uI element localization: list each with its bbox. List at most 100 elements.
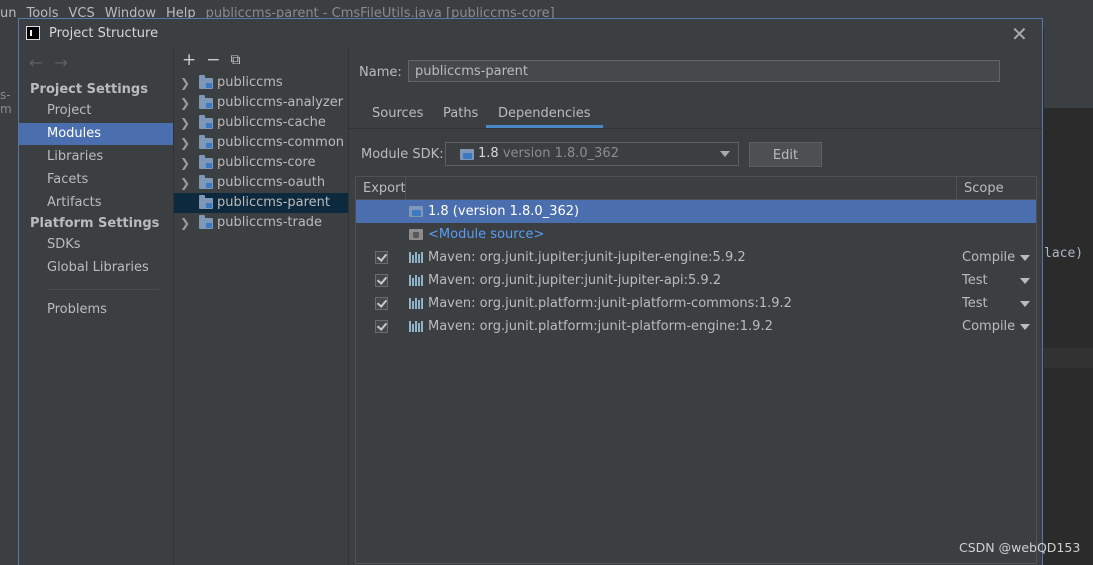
tab-sources[interactable]: Sources [360, 101, 435, 127]
name-label: Name: [359, 65, 402, 80]
dependency-scope[interactable]: Test [962, 269, 988, 292]
sdk-selected-value: 1.8 version 1.8.0_362 [478, 146, 619, 161]
sdk-version: version 1.8.0_362 [502, 146, 619, 161]
maven-library-icon [409, 321, 423, 332]
copy-module-icon[interactable]: ⧉ [231, 52, 241, 68]
chevron-right-icon[interactable]: ❯ [180, 73, 190, 93]
chevron-right-icon[interactable]: ❯ [180, 93, 190, 113]
tab-dependencies[interactable]: Dependencies [486, 101, 603, 128]
nav-separator [47, 289, 159, 290]
module-tree-item[interactable]: ❯ publiccms-analyzer [174, 93, 348, 113]
settings-nav: ← → Project Settings Project Modules Libr… [19, 49, 173, 565]
modules-tree-pane: + − ⧉ ❯ publiccms ❯ publiccms-analyzer ❯… [174, 49, 348, 565]
module-tree-item[interactable]: ❯ publiccms-trade [174, 213, 348, 233]
ide-editor-current-line [1044, 348, 1093, 368]
module-name-field[interactable] [408, 60, 1000, 82]
project-settings-header: Project Settings [30, 82, 148, 97]
nav-item-global-libraries[interactable]: Global Libraries [19, 257, 173, 279]
dependency-name: <Module source> [428, 227, 545, 242]
chevron-right-icon[interactable]: ❯ [180, 153, 190, 173]
chevron-down-icon[interactable] [1020, 301, 1030, 307]
export-checkbox[interactable] [375, 297, 388, 310]
intellij-app-icon [26, 26, 40, 40]
forward-arrow-icon[interactable]: → [54, 53, 67, 72]
module-folder-icon [199, 215, 213, 229]
chevron-right-icon[interactable]: ❯ [180, 173, 190, 193]
dependency-row[interactable]: Maven: org.junit.jupiter:junit-jupiter-e… [356, 246, 1036, 269]
module-details-pane: Name: Sources Paths Dependencies Module … [349, 49, 1042, 565]
nav-item-sdks[interactable]: SDKs [19, 234, 173, 256]
module-name: publiccms-cache [217, 115, 326, 130]
nav-item-problems[interactable]: Problems [19, 299, 173, 321]
module-tree-item[interactable]: ❯ publiccms-core [174, 153, 348, 173]
module-sdk-dropdown[interactable]: 1.8 version 1.8.0_362 [445, 142, 739, 166]
ide-editor [1044, 108, 1093, 565]
ide-left-fragment: s-m [0, 88, 12, 116]
module-folder-icon [199, 155, 213, 169]
ide-code-fragment: lace) [1044, 246, 1084, 261]
export-column-header[interactable]: Export [356, 177, 406, 200]
modules-toolbar: + − ⧉ [182, 49, 241, 71]
edit-sdk-button[interactable]: Edit [749, 142, 822, 167]
sdk-folder-icon [460, 149, 474, 160]
export-checkbox[interactable] [375, 251, 388, 264]
maven-library-icon [409, 252, 423, 263]
maven-library-icon [409, 298, 423, 309]
module-folder-icon [199, 95, 213, 109]
module-name: publiccms-common [217, 135, 345, 150]
chevron-right-icon[interactable]: ❯ [180, 113, 190, 133]
dependency-scope[interactable]: Test [962, 292, 988, 315]
module-tree-item-selected[interactable]: publiccms-parent [174, 193, 348, 213]
chevron-down-icon[interactable] [1020, 278, 1030, 284]
dependency-scope[interactable]: Compile [962, 315, 1015, 338]
dependency-row-sdk[interactable]: 1.8 (version 1.8.0_362) [356, 200, 1036, 223]
nav-item-modules[interactable]: Modules [19, 123, 173, 145]
close-icon[interactable]: ✕ [1011, 22, 1028, 46]
maven-library-icon [409, 275, 423, 286]
module-folder-icon [199, 115, 213, 129]
module-tree-item[interactable]: ❯ publiccms [174, 73, 348, 93]
dependency-name: Maven: org.junit.jupiter:junit-jupiter-e… [428, 250, 746, 265]
dialog-titlebar: Project Structure ✕ [19, 19, 1042, 49]
module-tabs: Sources Paths Dependencies [349, 101, 1042, 129]
chevron-right-icon[interactable]: ❯ [180, 213, 190, 233]
tab-paths[interactable]: Paths [431, 101, 490, 127]
dependency-scope[interactable]: Compile [962, 246, 1015, 269]
add-module-icon[interactable]: + [182, 50, 196, 70]
project-structure-dialog: Project Structure ✕ ← → Project Settings … [18, 18, 1043, 565]
export-checkbox[interactable] [375, 274, 388, 287]
export-checkbox[interactable] [375, 320, 388, 333]
nav-item-project[interactable]: Project [19, 100, 173, 122]
nav-item-facets[interactable]: Facets [19, 169, 173, 191]
chevron-down-icon[interactable] [1020, 255, 1030, 261]
nav-item-artifacts[interactable]: Artifacts [19, 192, 173, 214]
dependency-name: Maven: org.junit.platform:junit-platform… [428, 319, 773, 334]
dependency-row[interactable]: Maven: org.junit.jupiter:junit-jupiter-a… [356, 269, 1036, 292]
module-name: publiccms-analyzer [217, 95, 344, 110]
module-name: publiccms-core [217, 155, 316, 170]
dependency-name: Maven: org.junit.platform:junit-platform… [428, 296, 792, 311]
csdn-watermark: CSDN @webQD153 [959, 540, 1081, 555]
module-tree-item[interactable]: ❯ publiccms-oauth [174, 173, 348, 193]
dependency-name: Maven: org.junit.jupiter:junit-jupiter-a… [428, 273, 722, 288]
dependencies-table: Export Scope 1.8 (version 1.8.0_362) <Mo… [355, 176, 1037, 564]
ide-toolbar-area [1044, 28, 1093, 108]
remove-module-icon[interactable]: − [206, 50, 220, 70]
module-name: publiccms-oauth [217, 175, 326, 190]
dependency-row[interactable]: Maven: org.junit.platform:junit-platform… [356, 292, 1036, 315]
module-folder-icon [199, 75, 213, 89]
module-folder-icon [199, 135, 213, 149]
module-source-folder-icon [409, 229, 423, 240]
scope-column-header[interactable]: Scope [957, 177, 1036, 200]
chevron-right-icon[interactable]: ❯ [180, 133, 190, 153]
module-tree-item[interactable]: ❯ publiccms-common [174, 133, 348, 153]
module-sdk-label: Module SDK: [361, 147, 444, 162]
nav-item-libraries[interactable]: Libraries [19, 146, 173, 168]
module-tree-item[interactable]: ❯ publiccms-cache [174, 113, 348, 133]
name-column-header[interactable] [406, 177, 957, 200]
back-arrow-icon[interactable]: ← [29, 53, 42, 72]
dependency-row-module-source[interactable]: <Module source> [356, 223, 1036, 246]
chevron-down-icon[interactable] [1020, 324, 1030, 330]
dependency-row[interactable]: Maven: org.junit.platform:junit-platform… [356, 315, 1036, 338]
ide-left-panel: s-m [0, 28, 18, 565]
